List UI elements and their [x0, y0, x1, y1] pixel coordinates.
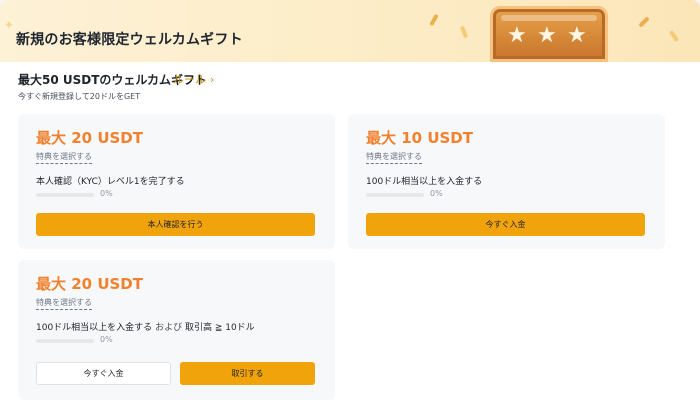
reward-card-deposit-trade: 最大 20 USDT 特典を選択する 100ドル相当以上を入金する および 取引… — [18, 260, 335, 400]
gift-box-illustration: ★ ★ ★ — [490, 6, 608, 62]
star-icon: ★ — [507, 23, 527, 48]
select-benefit-link[interactable]: 特典を選択する — [366, 151, 422, 164]
panel-subline: 今すぐ新規登録して20ドルをGET — [18, 92, 141, 101]
rules-link-label: ルール — [173, 73, 206, 86]
confetti-decoration — [668, 29, 680, 43]
progress-bar — [36, 339, 94, 343]
select-benefit-link[interactable]: 特典を選択する — [36, 151, 92, 164]
progress-percent: 0% — [100, 189, 113, 198]
reward-amount: 最大 20 USDT — [36, 129, 143, 147]
confetti-decoration — [429, 13, 439, 27]
task-description: 100ドル相当以上を入金する および 取引高 ≧ 10ドル — [36, 320, 255, 333]
task-description: 本人確認（KYC）レベル1を完了する — [36, 177, 185, 187]
star-icon: ★ — [567, 23, 587, 48]
task-deposit: 100ドル相当以上を入金する — [36, 323, 153, 333]
verify-identity-button[interactable]: 本人確認を行う — [36, 213, 315, 236]
trade-button[interactable]: 取引する — [180, 362, 315, 385]
progress-percent: 0% — [100, 335, 113, 344]
star-icon: ★ — [537, 23, 557, 48]
select-benefit-link[interactable]: 特典を選択する — [36, 297, 92, 310]
welcome-banner: ✦ 新規のお客様限定ウェルカムギフト ★ ★ ★ — [0, 0, 700, 62]
confetti-decoration — [460, 25, 468, 39]
banner-title: 新規のお客様限定ウェルカムギフト — [16, 32, 243, 48]
progress-percent: 0% — [430, 189, 443, 198]
task-description: 100ドル相当以上を入金する — [366, 177, 483, 187]
task-trade: 取引高 ≧ 10ドル — [184, 323, 255, 333]
chevron-right-icon: › — [210, 73, 215, 86]
confetti-decoration — [638, 16, 650, 28]
welcome-gift-panel: 最大50 USDTのウェルカムギフト ルール › 今すぐ新規登録して20ドルをGE… — [0, 62, 700, 400]
progress-bar — [366, 193, 424, 197]
progress-bar — [36, 193, 94, 197]
deposit-now-button[interactable]: 今すぐ入金 — [36, 362, 171, 385]
task-conjunction: および — [155, 323, 183, 333]
reward-card-deposit: 最大 10 USDT 特典を選択する 100ドル相当以上を入金する 0% 今すぐ… — [348, 114, 665, 249]
deposit-now-button[interactable]: 今すぐ入金 — [366, 213, 645, 236]
reward-card-kyc: 最大 20 USDT 特典を選択する 本人確認（KYC）レベル1を完了する 0%… — [18, 114, 335, 249]
reward-amount: 最大 10 USDT — [366, 129, 473, 147]
reward-amount: 最大 20 USDT — [36, 275, 143, 293]
sparkle-icon: ✦ — [4, 18, 15, 32]
rules-link[interactable]: ルール › — [173, 71, 214, 87]
